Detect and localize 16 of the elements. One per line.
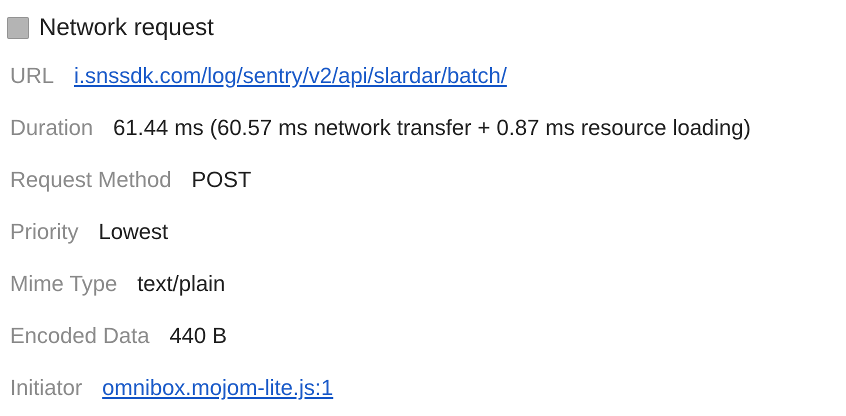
- section-title: Network request: [39, 13, 214, 43]
- field-label: Duration: [10, 114, 94, 142]
- field-link[interactable]: i.snssdk.com/log/sentry/v2/api/slardar/batch/: [74, 58, 507, 92]
- field-value: 440 B: [169, 322, 227, 350]
- field-label: Mime Type: [10, 270, 118, 298]
- field-label: Priority: [10, 218, 78, 246]
- field-value: Lowest: [98, 218, 168, 246]
- square-icon: [7, 17, 29, 39]
- field-label: URL: [10, 62, 54, 90]
- field-link[interactable]: omnibox.mojom-lite.js:1: [102, 370, 334, 404]
- field-value: POST: [191, 166, 252, 194]
- field-value: text/plain: [137, 270, 226, 298]
- field-label: Request Method: [10, 166, 172, 194]
- field-label: Encoded Data: [10, 322, 150, 350]
- field-label: Initiator: [10, 374, 82, 402]
- field-value: 61.44 ms (60.57 ms network transfer + 0.87 ms resource loading): [113, 114, 751, 142]
